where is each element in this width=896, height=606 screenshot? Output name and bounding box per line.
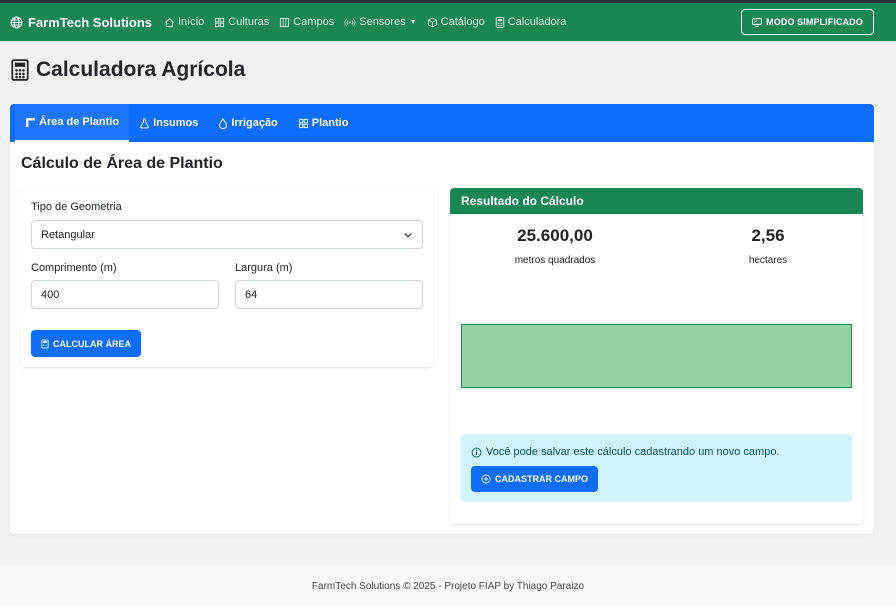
- area-form: Tipo de Geometria Retangular Comprimento…: [21, 188, 433, 367]
- columns-icon: [280, 17, 290, 27]
- flask-icon: [140, 118, 149, 128]
- calculator-tabs: Área de Plantio Insumos Irrigação Planti…: [10, 104, 874, 142]
- geometry-select[interactable]: Retangular: [31, 220, 423, 249]
- tab-plantio-label: Plantio: [311, 117, 349, 129]
- brand-link[interactable]: FarmTech Solutions: [10, 15, 152, 30]
- plus-circle-icon: [481, 474, 491, 484]
- grid-icon: [215, 17, 225, 27]
- tab-plantio[interactable]: Plantio: [288, 104, 359, 142]
- tab-irrigacao[interactable]: Irrigação: [208, 104, 287, 142]
- nav-catalogo[interactable]: Catálogo: [427, 16, 485, 28]
- save-info-message: Você pode salvar este cálculo cadastrand…: [486, 446, 780, 458]
- square-meters-label: metros quadrados: [514, 255, 596, 266]
- width-input[interactable]: 64: [235, 280, 423, 309]
- nav-inicio[interactable]: Início: [164, 16, 204, 28]
- chevron-down-icon: [404, 233, 412, 238]
- grid-icon: [298, 118, 308, 128]
- top-navbar: FarmTech Solutions Início Culturas Campo…: [0, 3, 896, 41]
- length-label: Comprimento (m): [31, 262, 117, 274]
- page-title: Calculadora Agrícola: [11, 58, 245, 82]
- save-info-text: Você pode salvar este cálculo cadastrand…: [471, 446, 780, 458]
- nav-culturas[interactable]: Culturas: [214, 16, 269, 28]
- calculator-icon: [495, 16, 504, 28]
- nav-sensores-label: Sensores: [359, 16, 406, 28]
- calculator-icon: [41, 339, 49, 348]
- square-meters-value: 25.600,00: [517, 226, 593, 245]
- area-visualization: [461, 324, 852, 388]
- nav-campos-label: Campos: [293, 16, 335, 28]
- nav-sensores-dropdown[interactable]: Sensores ▼: [344, 16, 417, 28]
- save-info-alert: Você pode salvar este cálculo cadastrand…: [461, 434, 852, 502]
- brand-name: FarmTech Solutions: [28, 14, 152, 30]
- page-footer: FarmTech Solutions © 2025 - Projeto FIAP…: [0, 566, 896, 606]
- nav-catalogo-label: Catálogo: [440, 16, 485, 28]
- house-icon: [165, 17, 174, 27]
- box-icon: [427, 17, 437, 27]
- geometry-label: Tipo de Geometria: [31, 201, 122, 213]
- length-input-value: 400: [41, 288, 60, 301]
- display-icon: [752, 17, 762, 27]
- tab-irrigacao-label: Irrigação: [231, 117, 278, 129]
- hectares-value: 2,56: [751, 226, 785, 245]
- tab-insumos[interactable]: Insumos: [129, 104, 208, 142]
- hectares-label: hectares: [748, 255, 788, 266]
- info-circle-icon: [471, 447, 482, 457]
- calculate-area-label: CALCULAR ÁREA: [53, 338, 131, 349]
- calculator-icon: [11, 59, 29, 81]
- width-input-value: 64: [245, 288, 258, 301]
- tab-area-plantio[interactable]: Área de Plantio: [15, 104, 130, 142]
- nav-calculadora-label: Calculadora: [507, 16, 567, 28]
- section-title: Cálculo de Área de Plantio: [21, 155, 223, 172]
- width-label: Largura (m): [235, 262, 293, 274]
- nav-inicio-label: Início: [178, 16, 205, 28]
- geometry-select-value: Retangular: [41, 228, 95, 241]
- simplified-mode-label: MODO SIMPLIFICADO: [766, 17, 863, 27]
- calculator-panel: Cálculo de Área de Plantio Tipo de Geome…: [10, 142, 874, 534]
- register-field-button[interactable]: CADASTRAR CAMPO: [471, 466, 598, 492]
- tab-area-plantio-label: Área de Plantio: [39, 116, 120, 128]
- footer-text: FarmTech Solutions © 2025 - Projeto FIAP…: [311, 580, 585, 592]
- result-header: Resultado do Cálculo: [450, 188, 863, 214]
- dropdown-caret-icon: ▼: [409, 18, 417, 26]
- broadcast-icon: [344, 18, 356, 26]
- globe-icon: [10, 16, 23, 28]
- length-input[interactable]: 400: [31, 280, 219, 309]
- calculate-area-button[interactable]: CALCULAR ÁREA: [31, 330, 141, 357]
- area-icon: [26, 117, 35, 127]
- tab-insumos-label: Insumos: [153, 117, 199, 129]
- page-title-text: Calculadora Agrícola: [36, 58, 246, 81]
- droplet-icon: [219, 117, 228, 129]
- result-card: Resultado do Cálculo 25.600,00 metros qu…: [450, 188, 863, 524]
- nav-campos[interactable]: Campos: [279, 16, 334, 28]
- simplified-mode-button[interactable]: MODO SIMPLIFICADO: [741, 9, 874, 35]
- square-meters-stat: 25.600,00 metros quadrados: [495, 226, 615, 266]
- hectares-stat: 2,56 hectares: [708, 226, 828, 266]
- nav-calculadora[interactable]: Calculadora: [495, 16, 567, 28]
- register-field-label: CADASTRAR CAMPO: [495, 474, 588, 484]
- nav-culturas-label: Culturas: [228, 16, 270, 28]
